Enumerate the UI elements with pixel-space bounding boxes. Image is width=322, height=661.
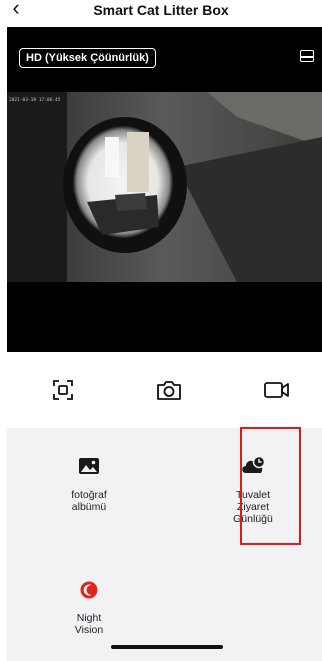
video-record-icon: [264, 382, 289, 398]
cloud-clock-icon: [242, 455, 266, 473]
camera-live-view[interactable]: HD (Yüksek Çöünürlük) 2021-03-18 17:06:4…: [7, 27, 322, 352]
camera-feed-image: [7, 27, 322, 352]
camera-icon: [157, 381, 181, 400]
moon-icon: [80, 581, 98, 599]
night-vision-tile[interactable]: Night Vision: [50, 581, 128, 636]
toilet-visit-log-tile[interactable]: Tuvalet Ziyaret Günlüğü: [214, 455, 292, 525]
video-timestamp: 2021-03-18 17:06:45: [9, 98, 61, 103]
screenshot-button[interactable]: [156, 378, 186, 402]
photo-album-icon: [79, 458, 99, 474]
layout-toggle-icon[interactable]: [300, 50, 314, 62]
page-title: Smart Cat Litter Box: [93, 2, 229, 18]
toilet-visit-log-label: Tuvalet Ziyaret Günlüğü: [233, 489, 273, 525]
fullscreen-button[interactable]: [51, 378, 81, 402]
home-indicator: [111, 645, 223, 649]
video-quality-button[interactable]: HD (Yüksek Çöünürlük): [19, 48, 156, 68]
camera-toolbar: [0, 370, 322, 410]
header-bar: ‹ Smart Cat Litter Box: [0, 0, 322, 22]
record-button[interactable]: [263, 378, 293, 402]
photo-album-label: fotoğraf albümü: [71, 489, 107, 513]
night-vision-label: Night Vision: [74, 612, 104, 636]
photo-album-tile[interactable]: fotoğraf albümü: [50, 458, 128, 513]
fullscreen-icon: [53, 380, 73, 400]
